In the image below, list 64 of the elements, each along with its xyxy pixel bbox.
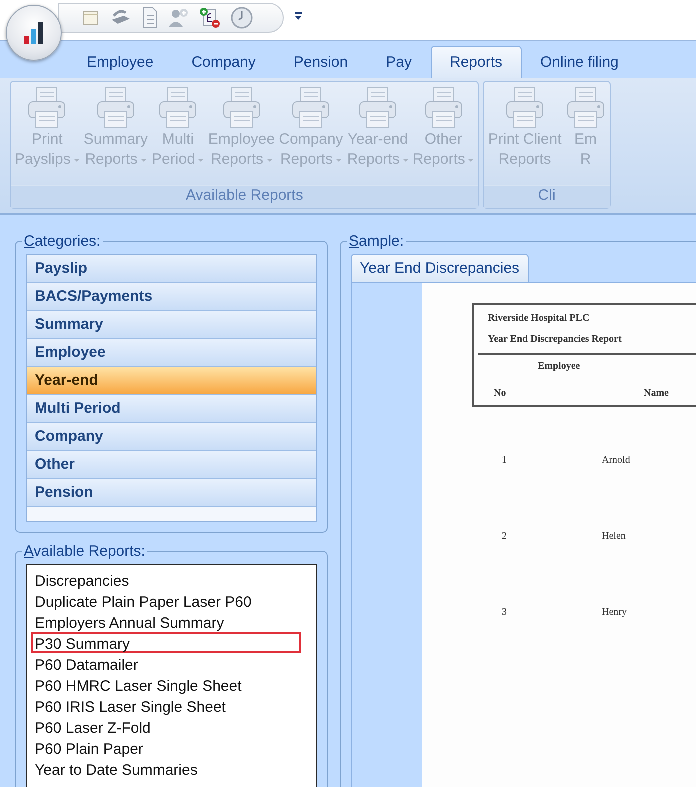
column-heading: No <box>494 388 508 399</box>
printer-icon <box>291 86 332 130</box>
sample-label: Sample: <box>348 233 406 250</box>
printer-icon <box>158 86 198 130</box>
category-item[interactable]: Pension <box>27 479 316 507</box>
category-item[interactable]: Payslip <box>27 255 316 283</box>
caret-icon <box>266 158 273 162</box>
printer-icon <box>424 86 464 130</box>
printer-icon <box>222 86 262 130</box>
table-cell: Helen <box>602 531 626 542</box>
ribbon-tab[interactable]: Pension <box>274 46 368 78</box>
ribbon-tab[interactable]: Pay <box>367 46 431 78</box>
ribbon-tab[interactable]: Employee <box>68 46 173 78</box>
caret-icon <box>468 158 474 162</box>
report-item[interactable]: P60 IRIS Laser Single Sheet <box>31 695 301 716</box>
report-item[interactable]: P60 Plain Paper <box>31 737 301 758</box>
caret-icon <box>336 158 342 162</box>
category-item[interactable]: Other <box>27 451 316 479</box>
bar-chart-icon <box>23 21 45 45</box>
printer-icon <box>358 86 398 130</box>
printer-icon <box>566 86 606 130</box>
report-item[interactable]: Employers Annual Summary <box>31 611 301 632</box>
category-item[interactable]: Company <box>27 423 316 451</box>
group-label: Available Reports <box>11 185 478 208</box>
table-cell-text: 2 <box>502 531 508 542</box>
available-reports-label: Available Reports: <box>23 543 146 560</box>
category-item[interactable]: BACS/Payments <box>27 283 316 311</box>
table-cell: Henry <box>602 607 627 618</box>
ribbon-tab[interactable]: Reports <box>430 46 522 78</box>
ribbon-tab[interactable]: Company <box>172 46 275 78</box>
caret-icon <box>198 158 204 162</box>
category-item[interactable]: Employee <box>27 339 316 367</box>
clock-icon[interactable] <box>230 6 254 30</box>
report-title: Year End Discrepancies Report <box>488 334 623 345</box>
report-item[interactable]: P60 HMRC Laser Single Sheet <box>31 674 301 695</box>
report-item[interactable]: P30 Summary <box>31 632 301 653</box>
report-item[interactable]: P60 Laser Z-Fold <box>31 716 301 737</box>
report-item[interactable]: P60 Datamailer <box>31 653 301 674</box>
printer-icon <box>96 86 136 130</box>
caret-icon <box>140 158 147 162</box>
categories-label: Categories: <box>23 233 102 250</box>
report-item[interactable]: Discrepancies <box>31 569 301 590</box>
table-cell-text: 1 <box>502 455 508 466</box>
report-item[interactable]: Duplicate Plain Paper Laser P60 <box>31 590 301 611</box>
caret-icon <box>74 158 80 162</box>
column-group-heading: Employee <box>538 361 580 372</box>
company-name: Riverside Hospital PLC <box>488 313 591 324</box>
category-item[interactable]: Multi Period <box>27 395 316 423</box>
report-item[interactable]: Year to Date Summaries <box>31 758 301 779</box>
sample-tab[interactable]: Year End Discrepancies <box>351 254 529 282</box>
column-heading: Name <box>644 388 669 399</box>
caret-icon <box>402 158 409 162</box>
printer-icon <box>27 86 68 130</box>
add-person-icon[interactable] <box>168 7 190 29</box>
category-item[interactable]: Summary <box>27 311 316 339</box>
group-label: Cli <box>484 185 610 208</box>
pound-add-remove-icon[interactable] <box>199 7 221 29</box>
customize-dropdown-icon[interactable] <box>294 12 303 21</box>
printer-icon <box>505 86 546 130</box>
category-item[interactable]: Year-end <box>27 367 316 395</box>
table-cell-text: 3 <box>502 607 508 618</box>
table-cell: Arnold <box>602 455 630 466</box>
document-icon[interactable] <box>141 7 159 29</box>
ribbon-tab[interactable]: Online filing <box>522 46 638 78</box>
